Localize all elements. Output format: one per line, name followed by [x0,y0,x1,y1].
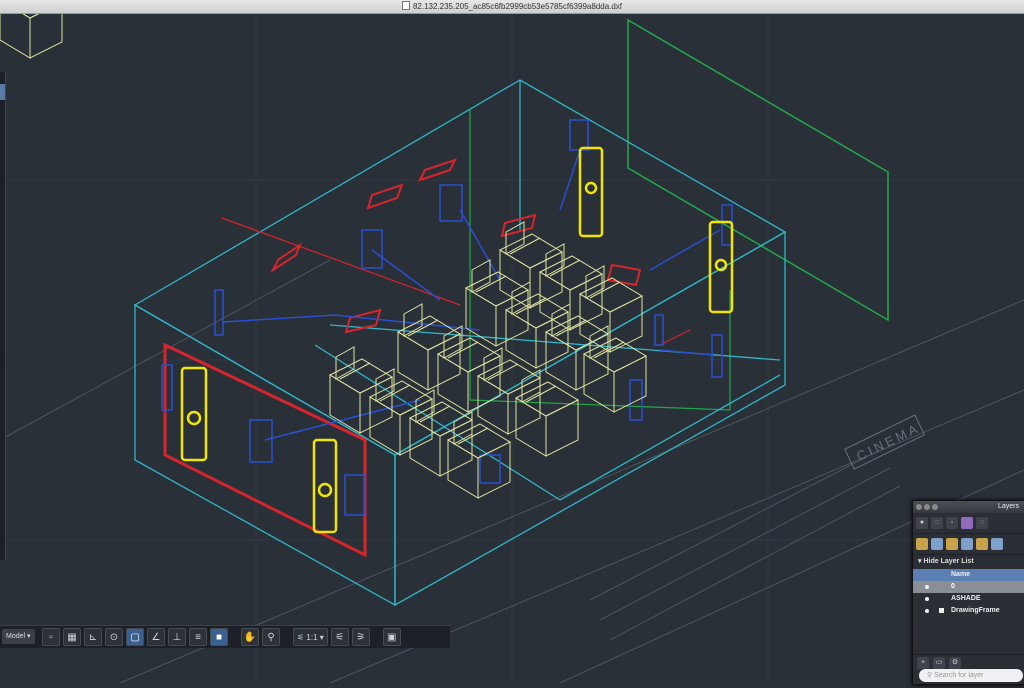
layer-name: 0 [951,583,955,590]
layer-color-icon[interactable] [961,517,973,529]
panel-window-controls[interactable] [916,504,938,510]
left-toolbar[interactable] [0,72,6,560]
annotation-scale-icon[interactable]: ⚟ 1:1 ▾ [293,628,328,646]
layer-list: Name 0 ASHADE DrawingFrame [913,569,1024,617]
lineweight-icon[interactable]: ≡ [189,628,207,646]
layer-state-icon[interactable]: ● [916,517,928,529]
watermark-text: CINEMA [854,420,922,464]
object-snap-icon[interactable]: ∠ [147,628,165,646]
ucs-icon[interactable]: ⚞ [351,628,370,646]
grid-icon[interactable]: ▦ [63,628,81,646]
column-name-label: Name [951,571,971,578]
model-label: Model [6,633,26,640]
layer-lock-icon[interactable]: ◦ [946,517,958,529]
layer-tools-toolbar [913,534,1024,555]
add-layer-icon[interactable]: + [917,657,929,669]
window-titlebar: 82.132.235.205_ac85c6fb2999cb53e5785cf63… [0,0,1024,14]
layer-row[interactable]: 0 [913,581,1024,593]
status-bar: Model ▾ ▫ ▦ ⊾ ⊙ ▢ ∠ ⊥ ≡ ■ ✋ ⚲ ⚟ 1:1 ▾ ⚟ … [0,625,450,648]
document-icon [401,1,410,10]
workspace-icon[interactable]: ⚟ [330,628,349,646]
layer-search-input[interactable]: ⚲ Search for layer [919,669,1023,682]
model-space-button[interactable]: Model ▾ [2,629,35,644]
layer-name: DrawingFrame [951,607,1000,614]
pan-icon[interactable]: ✋ [241,628,259,646]
layer-visible-icon[interactable] [925,585,929,589]
layer-row[interactable]: ASHADE [913,593,1024,605]
new-layer-icon[interactable] [916,538,928,550]
layer-filter-icon[interactable]: ◌ [976,517,988,529]
add-group-icon[interactable]: ▭ [933,657,945,669]
hide-layer-list-label: Hide Layer List [923,558,974,565]
hide-layer-list-toggle[interactable]: ▾ Hide Layer List [913,555,1024,569]
layer-merge-icon[interactable] [976,538,988,550]
layer-color-swatch[interactable] [939,608,944,613]
window-title: 82.132.235.205_ac85c6fb2999cb53e5785cf63… [412,2,623,11]
cad-drawing[interactable]: CINEMA [0,0,1024,684]
yellow-speakers [180,146,734,534]
green-plane [627,18,889,322]
zoom-icon[interactable]: ⚲ [262,628,280,646]
layer-freeze-icon[interactable]: ◌ [931,517,943,529]
layer-name: ASHADE [951,595,981,602]
layer-match-icon[interactable] [961,538,973,550]
settings-icon[interactable]: ⚙ [949,657,961,669]
layers-panel: Layers ● ◌ ◦ ◌ ▾ Hide Layer List Name 0 … [912,500,1024,685]
layers-title: Layers [997,503,1019,510]
layer-list-header[interactable]: Name [913,569,1024,581]
layer-row[interactable]: DrawingFrame [913,605,1024,617]
drawing-canvas[interactable]: CINEMA [0,0,1024,684]
layer-visible-icon[interactable] [925,597,929,601]
layer-state-toolbar: ● ◌ ◦ ◌ [913,513,1024,534]
left-toolbar-tab[interactable] [0,84,5,100]
fullscreen-icon[interactable]: ▣ [382,628,401,646]
ortho-icon[interactable]: ⊙ [105,628,123,646]
layer-delete-icon[interactable] [991,538,1003,550]
scale-label: 1:1 [306,633,318,642]
layer-isolate-icon[interactable] [946,538,958,550]
layers-panel-title: Layers [913,501,1024,513]
layer-search-placeholder: Search for layer [934,672,984,679]
transparency-icon[interactable]: ■ [210,628,228,646]
snap-icon[interactable]: ⊾ [84,628,102,646]
polar-icon[interactable]: ▢ [126,628,144,646]
dynamic-ucs-icon[interactable]: ⊥ [168,628,186,646]
layer-visible-icon[interactable] [925,609,929,613]
paper-icon[interactable]: ▫ [42,628,60,646]
red-fixtures [270,158,642,334]
layer-walk-icon[interactable] [931,538,943,550]
layer-panel-actions: + ▭ ⚙ [913,654,1024,669]
